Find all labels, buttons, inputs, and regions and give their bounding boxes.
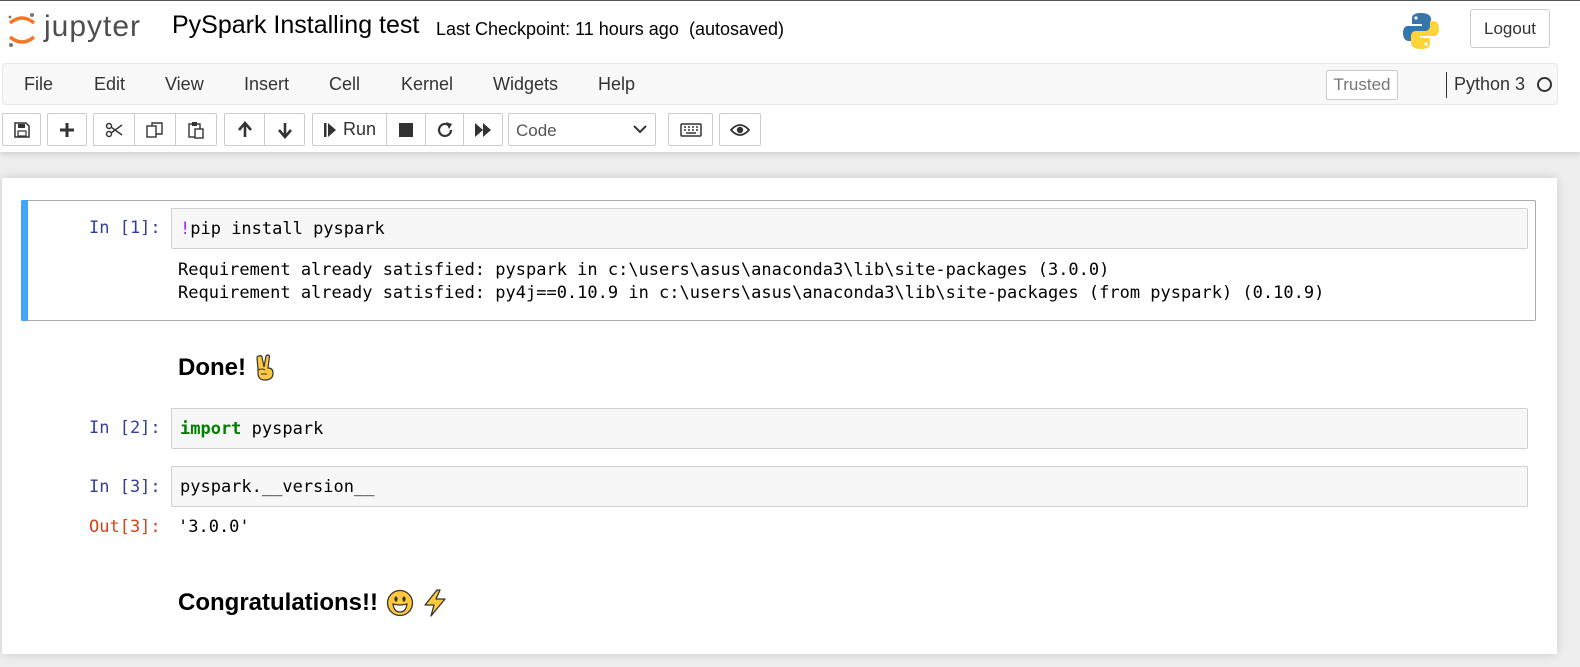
menu-view[interactable]: View [165,74,204,95]
menu-kernel[interactable]: Kernel [401,74,453,95]
trusted-indicator[interactable]: Trusted [1326,70,1398,100]
cell-type-select[interactable]: Code [508,113,656,146]
paste-button[interactable] [175,113,217,146]
victory-hand-emoji-icon [256,354,274,381]
save-icon [13,121,30,138]
notebook-name[interactable]: PySpark Installing test [172,11,419,40]
shell-bang: ! [180,219,191,239]
header: jupyter PySpark Installing test Last Che… [0,0,1580,152]
toggle-visibility-button[interactable] [719,113,761,146]
output-prompt: Out[3]: [89,517,161,537]
kernel-name[interactable]: Python 3 [1454,74,1525,95]
grinning-face-emoji-icon [386,589,414,617]
output-value: '3.0.0' [178,517,250,537]
move-down-button[interactable] [264,113,305,146]
restart-run-all-button[interactable] [463,113,503,146]
markdown-heading-text: Congratulations!! [178,589,378,616]
move-up-button[interactable] [224,113,265,146]
interrupt-button[interactable] [386,113,426,146]
paste-icon [188,121,204,139]
plus-icon [60,122,74,137]
run-button[interactable]: Run [312,113,387,146]
command-palette-button[interactable] [668,113,713,146]
input-prompt: In [1]: [89,218,161,238]
run-label: Run [342,119,377,139]
selected-cell-indicator [21,200,28,321]
cut-icon [105,122,123,137]
code-keyword: import [180,419,242,439]
input-prompt: In [3]: [89,477,161,497]
arrow-down-icon [277,122,292,139]
jupyter-wordmark: jupyter [44,10,142,43]
markdown-heading[interactable]: Congratulations!! [178,589,448,617]
menu-help[interactable]: Help [598,74,635,95]
kernel-idle-circle-icon [1537,77,1552,92]
save-button[interactable] [2,113,41,146]
lightning-emoji-icon [424,589,446,617]
logout-button[interactable]: Logout [1470,9,1550,48]
output-line: Requirement already satisfied: pyspark i… [178,260,1110,280]
code-text: pyspark.__version__ [180,477,375,497]
autosave-status: (autosaved) [689,19,785,39]
cut-button[interactable] [93,113,135,146]
stop-icon [399,122,413,137]
input-prompt: In [2]: [89,418,161,438]
markdown-heading-text: Done! [178,354,246,381]
menu-widgets[interactable]: Widgets [493,74,558,95]
python-logo-icon [1401,11,1441,51]
menu-insert[interactable]: Insert [244,74,289,95]
menubar: File Edit View Insert Cell Kernel Widget… [2,63,1558,105]
menu-file[interactable]: File [24,74,53,95]
insert-cell-button[interactable] [47,113,87,146]
code-input[interactable]: pyspark.__version__ [171,466,1528,507]
code-input[interactable]: import pyspark [171,408,1528,449]
menu-edit[interactable]: Edit [94,74,125,95]
checkpoint-status: Last Checkpoint: 11 hours ago [436,19,679,39]
fast-forward-icon [475,122,491,137]
arrow-up-icon [237,120,252,137]
run-step-icon [323,122,336,137]
code-text: pyspark [241,419,324,439]
jupyter-logo[interactable]: jupyter [6,9,151,51]
cell-type-value: Code [516,121,557,140]
restart-button[interactable] [425,113,464,146]
chevron-down-icon [633,125,647,134]
kernel-separator [1446,72,1447,98]
copy-icon [146,121,163,138]
keyboard-icon [679,122,702,137]
copy-button[interactable] [134,113,176,146]
markdown-heading[interactable]: Done! [178,354,276,382]
eye-icon [730,123,750,136]
restart-icon [437,121,452,137]
code-text: pip install pyspark [190,219,385,239]
menu-cell[interactable]: Cell [329,74,360,95]
output-line: Requirement already satisfied: py4j==0.1… [178,283,1325,303]
code-input[interactable]: !pip install pyspark [171,208,1528,249]
